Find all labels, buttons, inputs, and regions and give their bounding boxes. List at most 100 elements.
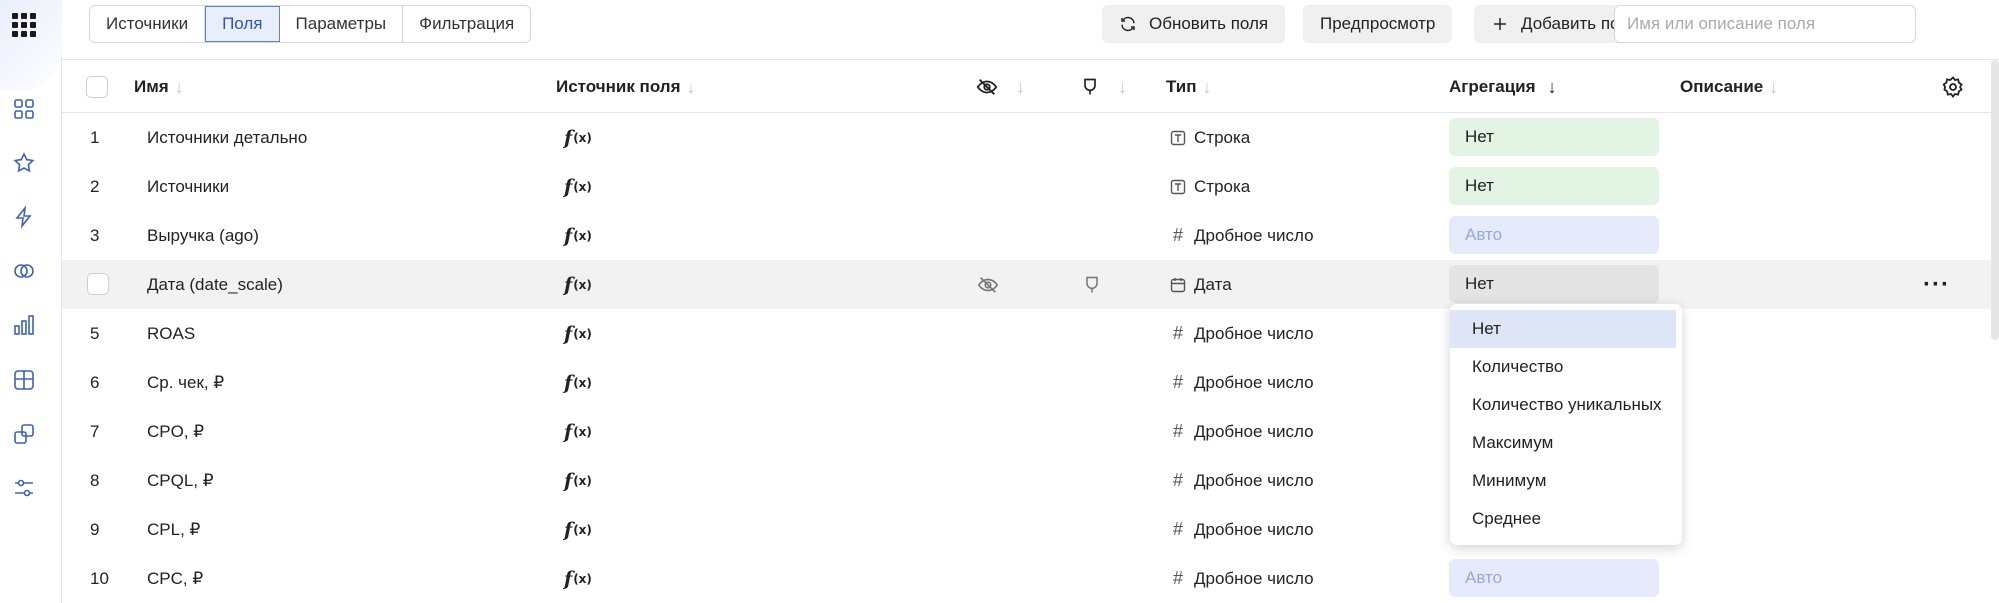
number-type-icon: # [1172,568,1183,588]
string-type-icon [1170,179,1186,195]
formula-icon: f (x) [564,420,592,443]
field-name: CPO, ₽ [147,421,205,441]
table-row[interactable]: 8 CPQL, ₽ f (x) # Дробное число [62,456,1999,505]
column-rls-header[interactable]: ↓ [1080,61,1127,113]
number-type-icon: # [1172,323,1183,343]
field-type[interactable]: # Дробное число [1170,211,1314,260]
field-type[interactable]: # Дробное число [1170,456,1314,505]
datasets-icon[interactable] [11,421,37,447]
table-row[interactable]: 2 Источники f (x) Строка Нет [62,162,1999,211]
sort-arrow-icon: ↓ [1202,76,1212,97]
field-name: CPQL, ₽ [147,470,214,490]
sort-arrow-icon: ↓ [1016,76,1025,97]
number-type-icon: # [1172,519,1183,539]
column-name-header[interactable]: Имя ↓ [134,61,184,113]
formula-icon: f (x) [564,224,592,247]
aggregation-select-open[interactable]: Нет [1449,265,1659,303]
aggregation-select[interactable]: Авто [1449,216,1659,254]
charts-icon[interactable] [11,312,37,338]
table-row[interactable]: 6 Ср. чек, ₽ f (x) # Дробное число [62,358,1999,407]
vertical-scrollbar[interactable] [1991,60,1999,340]
settings-sliders-icon[interactable] [11,475,37,501]
favorites-star-icon[interactable] [11,150,37,176]
column-hidden-header[interactable]: ↓ [976,61,1025,113]
tab-filtering[interactable]: Фильтрация [403,6,531,42]
table-settings-gear-icon[interactable] [1941,61,1965,113]
field-name: Источники детально [147,127,308,147]
field-type[interactable]: Строка [1170,113,1250,162]
table-row[interactable]: 5 ROAS f (x) # Дробное число [62,309,1999,358]
lightning-icon[interactable] [11,204,37,230]
field-type[interactable]: Строка [1170,162,1250,211]
aggregation-select[interactable]: Нет [1449,167,1659,205]
dropdown-option-count-unique[interactable]: Количество уникальных [1450,386,1676,424]
field-search-input[interactable] [1614,5,1916,43]
field-name: CPC, ₽ [147,568,204,588]
field-type[interactable]: # Дробное число [1170,407,1314,456]
field-name: CPL, ₽ [147,519,201,539]
number-type-icon: # [1172,421,1183,441]
select-all-checkbox[interactable] [86,76,108,98]
eye-off-icon [976,79,998,95]
field-name: Источники [147,176,230,196]
field-type[interactable]: # Дробное число [1170,309,1314,358]
refresh-fields-label: Обновить поля [1149,14,1269,33]
column-aggregation-header[interactable]: Агрегация ↓ [1449,61,1557,113]
preview-button[interactable]: Предпросмотр [1303,5,1453,43]
formula-icon: f (x) [564,371,592,394]
hide-field-eye-off-icon[interactable] [977,260,999,309]
aggregation-select[interactable]: Нет [1449,118,1659,156]
field-type[interactable]: # Дробное число [1170,554,1314,603]
string-type-icon [1170,130,1186,146]
dropdown-option-max[interactable]: Максимум [1450,424,1676,462]
field-name: Выручка (ago) [147,225,259,245]
field-type[interactable]: # Дробное число [1170,358,1314,407]
table-row[interactable]: 1 Источники детально f (x) Строка Нет [62,113,1999,162]
sort-arrow-active-icon: ↓ [1547,76,1557,97]
aggregation-dropdown: Нет Количество Количество уникальных Мак… [1450,304,1682,545]
number-type-icon: # [1172,372,1183,392]
formula-icon: f (x) [564,126,592,149]
column-type-header[interactable]: Тип ↓ [1166,61,1211,113]
aggregation-select[interactable]: Авто [1449,559,1659,597]
number-type-icon: # [1172,225,1183,245]
plus-icon [1494,18,1506,30]
field-type[interactable]: Дата [1170,260,1232,309]
field-type[interactable]: # Дробное число [1170,505,1314,554]
dashboards-icon[interactable] [11,367,37,393]
formula-icon: f (x) [564,322,592,345]
field-name: Дата (date_scale) [147,274,283,294]
field-name: Ср. чек, ₽ [147,372,225,392]
table-row-hovered[interactable]: Дата (date_scale) f (x) Дата Нет ··· [62,260,1999,309]
calendar-icon [1170,277,1186,293]
rls-key-icon[interactable] [1082,260,1102,309]
preview-label: Предпросмотр [1320,14,1436,33]
collections-icon[interactable] [11,96,37,122]
tabs: Источники Поля Параметры Фильтрация [89,5,532,43]
tab-parameters[interactable]: Параметры [279,6,404,42]
table-row[interactable]: 10 CPC, ₽ f (x) # Дробное число Авто [62,554,1999,603]
sort-arrow-icon: ↓ [174,76,184,97]
dropdown-option-min[interactable]: Минимум [1450,462,1676,500]
table-row[interactable]: 7 CPO, ₽ f (x) # Дробное число [62,407,1999,456]
formula-icon: f (x) [564,175,592,198]
refresh-icon [1121,16,1135,32]
tab-sources[interactable]: Источники [90,6,206,42]
column-source-header[interactable]: Источник поля ↓ [556,61,696,113]
column-description-header[interactable]: Описание ↓ [1680,61,1778,113]
table-row[interactable]: 3 Выручка (ago) f (x) # Дробное число Авто [62,211,1999,260]
table-header: Имя ↓ Источник поля ↓ ↓ ↓ Тип ↓ Агрегация ↓ … [62,61,1999,113]
tab-fields[interactable]: Поля [205,6,280,42]
refresh-fields-button[interactable]: Обновить поля [1102,5,1286,43]
number-type-icon: # [1172,470,1183,490]
connections-icon[interactable] [11,258,37,284]
apps-menu-icon[interactable] [12,13,36,37]
formula-icon: f (x) [564,518,592,541]
dropdown-option-avg[interactable]: Среднее [1450,500,1676,538]
formula-icon: f (x) [564,469,592,492]
dropdown-option-count[interactable]: Количество [1450,348,1676,386]
table-row[interactable]: 9 CPL, ₽ f (x) # Дробное число [62,505,1999,554]
row-more-icon[interactable]: ··· [1923,260,1950,309]
row-checkbox[interactable] [87,273,109,295]
dropdown-option-none[interactable]: Нет [1450,310,1676,348]
